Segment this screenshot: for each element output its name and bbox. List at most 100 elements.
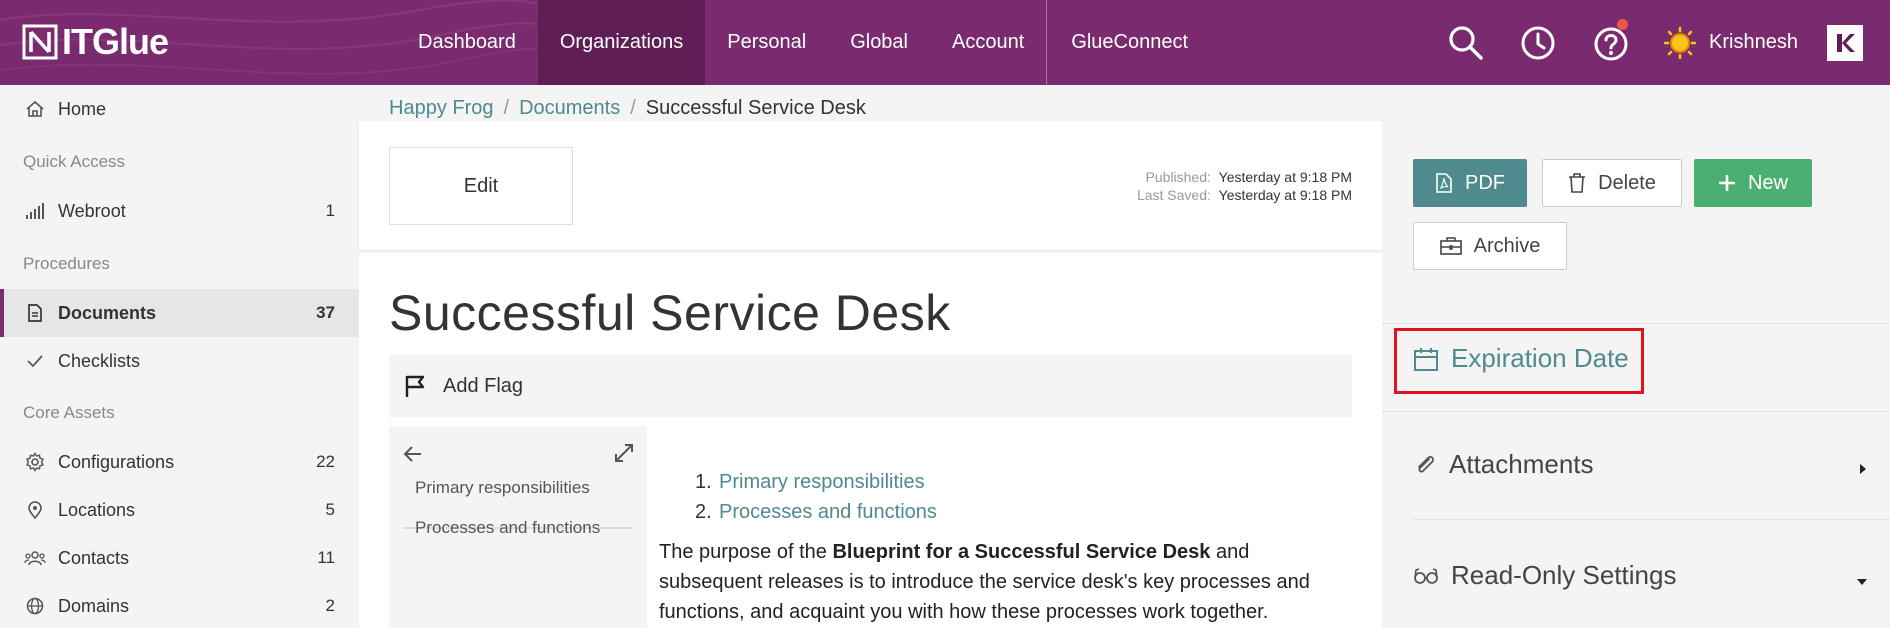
kaseya-app-switcher[interactable] [1827,25,1863,61]
sidebar-item-configurations[interactable]: Configurations 22 [0,438,359,486]
list-item: 2. Processes and functions [695,497,937,527]
pdf-button[interactable]: PDF [1413,159,1527,207]
sidebar-item-label: Domains [58,595,130,616]
search-icon[interactable] [1446,23,1486,63]
add-flag-label: Add Flag [443,374,524,397]
sidebar-item-label: Contacts [58,547,130,568]
nav-glueconnect[interactable]: GlueConnect [1047,0,1210,85]
sidebar-section-quick-access: Quick Access [23,152,126,171]
sidebar-item-label: Checklists [58,350,141,371]
delete-button[interactable]: Delete [1542,159,1682,207]
flag-icon [405,375,425,397]
attachments-section-toggle[interactable]: Attachments [1413,449,1594,480]
outline-link[interactable]: Primary responsibilities [719,467,925,497]
sidebar-section-procedures: Procedures [23,254,110,273]
breadcrumb-documents-link[interactable]: Documents [519,97,620,120]
nav-organizations[interactable]: Organizations [537,0,706,85]
brand-name: ITGlue [62,21,169,62]
document-outline-list: 1. Primary responsibilities 2. Processes a… [695,467,937,527]
divider [1382,323,1890,324]
delete-label: Delete [1598,171,1656,194]
read-only-settings-label: Read-Only Settings [1451,560,1677,590]
outline-link[interactable]: Processes and functions [719,497,937,527]
last-saved-value: Yesterday at 9:18 PM [1218,187,1352,203]
sidebar: Home Quick Access Webroot 1 Procedures D… [0,85,359,628]
sidebar-item-home[interactable]: Home [0,85,359,133]
document-paragraph: The purpose of the Blueprint for a Succe… [659,541,1310,623]
add-flag-button[interactable]: Add Flag [389,355,1352,417]
attachments-label: Attachments [1449,449,1594,479]
nav-personal[interactable]: Personal [705,0,828,85]
kaseya-k-icon [1837,34,1855,52]
archive-label: Archive [1473,234,1541,257]
new-label: New [1747,171,1788,194]
main-nav: Dashboard Organizations Personal Global … [396,0,1210,85]
nav-account[interactable]: Account [930,0,1046,85]
sidebar-item-locations[interactable]: Locations 5 [0,486,359,534]
arrow-left-icon[interactable] [401,442,425,466]
plus-icon [1718,175,1735,191]
sidebar-item-count: 37 [316,303,335,322]
gear-icon [24,451,46,473]
sidebar-item-label: Documents [58,302,157,323]
pdf-file-icon [1436,173,1452,193]
itglue-logo[interactable]: ITGlue [22,21,169,62]
document-sidebar-panel: PDF Delete New Archive Expiration Date A… [1382,85,1890,628]
nav-dashboard[interactable]: Dashboard [396,0,538,85]
expiration-date-label: Expiration Date [1451,343,1629,373]
divider [1413,519,1890,520]
published-value: Yesterday at 9:18 PM [1218,169,1352,185]
bold-text: Blueprint for a Successful Service Desk [832,541,1211,563]
notification-badge [1617,19,1628,30]
sidebar-item-checklists[interactable]: Checklists [0,337,359,385]
recent-tool [1518,0,1558,85]
divider [1382,411,1890,412]
briefcase-icon [1439,237,1462,255]
document-icon [24,302,46,324]
user-menu[interactable]: Krishnesh [1663,0,1798,85]
globe-icon [24,595,46,617]
toc-item[interactable]: Processes and functions [415,518,600,538]
help-tool [1591,0,1631,85]
main-content: Happy Frog / Documents / Successful Serv… [359,85,1382,628]
sidebar-item-label: Home [58,98,107,119]
sidebar-item-webroot[interactable]: Webroot 1 [0,187,359,235]
sidebar-item-documents[interactable]: Documents 37 [0,289,359,337]
sidebar-item-count: 1 [325,201,335,220]
sidebar-item-domains[interactable]: Domains 2 [0,582,359,630]
clock-icon[interactable] [1518,23,1558,63]
read-only-settings-toggle[interactable]: Read-Only Settings [1413,560,1676,591]
caret-down-icon[interactable] [1856,577,1868,587]
breadcrumb-org-link[interactable]: Happy Frog [389,97,494,120]
expand-icon[interactable] [613,442,635,464]
caret-right-icon[interactable] [1858,463,1868,475]
sidebar-item-label: Locations [58,499,136,520]
sidebar-item-count: 2 [325,596,335,615]
header-tools [1446,0,1486,85]
sidebar-item-count: 22 [316,452,335,471]
archive-button[interactable]: Archive [1413,222,1567,270]
map-pin-icon [24,499,46,521]
breadcrumb-current: Successful Service Desk [645,97,866,119]
toc-item[interactable]: Primary responsibilities [415,478,590,498]
last-saved-label: Last Saved: [1136,187,1211,203]
edit-button[interactable]: Edit [389,147,573,225]
document-toolbar: Edit Published: Yesterday at 9:18 PM Las… [359,121,1382,251]
pdf-label: PDF [1465,171,1505,194]
home-icon [24,98,46,120]
calendar-icon [1414,347,1438,371]
expiration-date-link[interactable]: Expiration Date [1413,343,1629,374]
checkmark-icon [24,350,46,372]
document-title: Successful Service Desk [389,285,951,341]
table-of-contents: Primary responsibilities Processes and f… [389,426,647,628]
itglue-logo-icon [22,24,58,60]
sidebar-item-count: 5 [325,500,335,519]
top-navbar: ITGlue Dashboard Organizations Personal … [0,0,1890,85]
sidebar-item-count: 11 [317,548,335,567]
glasses-icon [1414,567,1438,584]
nav-global[interactable]: Global [828,0,930,85]
sidebar-item-contacts[interactable]: Contacts 11 [0,534,359,582]
document-meta: Published: Yesterday at 9:18 PM Last Sav… [1137,168,1352,204]
new-button[interactable]: New [1694,159,1812,207]
sidebar-item-label: Webroot [58,200,126,221]
